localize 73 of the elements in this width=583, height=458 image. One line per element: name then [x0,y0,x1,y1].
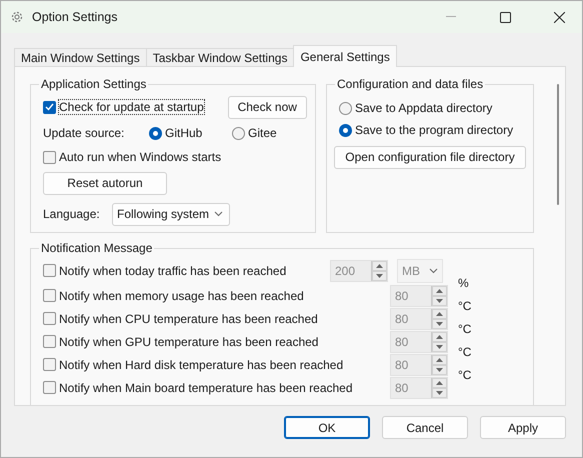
checkbox[interactable] [43,150,56,164]
down-triangle-icon [436,390,443,394]
radio-button[interactable] [339,102,352,114]
down-triangle-icon [436,298,443,302]
spin-down-button[interactable] [432,342,447,352]
spin-up-button[interactable] [432,354,447,364]
tab[interactable]: Main Window Settings [14,48,147,67]
group-title: Application Settings [40,77,148,91]
group-title: Configuration and data files [336,77,484,91]
checkbox[interactable] [43,264,56,277]
checkbox[interactable] [43,100,56,114]
reset-autorun-button[interactable]: Reset autorun [43,172,167,194]
unit-label: °C [458,299,472,313]
checkbox-label: Notify when Hard disk temperature has been reached [59,358,344,372]
radio-button[interactable] [149,126,162,140]
unit-label: °C [458,345,472,359]
radio-label: Gitee [248,126,277,140]
up-triangle-icon [436,312,443,316]
checkbox[interactable] [43,312,56,325]
radio-label: GitHub [165,126,202,140]
checkbox[interactable] [43,358,56,371]
open-directory-button[interactable]: Open configuration file directory [334,146,526,168]
dialog-button[interactable]: Cancel [382,416,468,439]
radio-button[interactable] [339,124,352,136]
checkbox-label: Notify when GPU temperature has been reached [59,334,318,348]
check-now-button[interactable]: Check now [228,96,307,118]
checkbox-label: Auto run when Windows starts [59,150,222,164]
gear-icon [10,10,24,24]
checkbox[interactable] [43,289,56,302]
down-triangle-icon [376,274,383,278]
down-triangle-icon [436,368,443,372]
checkbox-label: Notify when Main board temperature has been reached [59,380,353,394]
spin-down-button[interactable] [432,388,447,398]
checkbox[interactable] [43,381,56,394]
spin-up-button[interactable] [432,378,447,388]
spin-down-button[interactable] [432,364,447,374]
chevron-down-icon [214,211,223,217]
spin-up-button[interactable] [432,286,447,296]
tab[interactable]: Taskbar Window Settings [146,48,294,67]
checkbox-label: Notify when memory usage has been reached [59,288,304,302]
tab[interactable]: General Settings [293,45,397,67]
spin-down-button[interactable] [432,318,447,328]
down-triangle-icon [436,322,443,326]
spin-down-button[interactable] [372,270,387,280]
down-triangle-icon [436,344,443,348]
checkbox-label: Notify when today traffic has been reached [59,264,286,278]
spin-up-button[interactable] [432,332,447,342]
spin-down-button[interactable] [432,296,447,306]
unit-label: % [458,276,469,290]
scrollbar-thumb[interactable] [557,84,559,205]
checkbox-label: Check for update at startup [59,100,204,114]
dialog-button[interactable]: OK [284,416,370,439]
field-label: Language: [43,207,101,221]
radio-label: Save to Appdata directory [355,101,492,115]
window-title: Option Settings [32,10,118,24]
up-triangle-icon [436,334,443,338]
up-triangle-icon [436,380,443,384]
checkbox-label: Notify when CPU temperature has been reached [59,312,318,326]
radio-label: Save to the program directory [355,123,514,137]
checkbox[interactable] [43,335,56,348]
dialog-button[interactable]: Apply [480,416,566,439]
unit-label: °C [458,368,472,382]
spin-up-button[interactable] [372,260,387,270]
up-triangle-icon [376,264,383,268]
chevron-down-icon [429,268,438,274]
radio-button[interactable] [232,126,245,140]
up-triangle-icon [436,358,443,362]
up-triangle-icon [436,288,443,292]
spin-up-button[interactable] [432,308,447,318]
field-label: Update source: [43,126,126,140]
language-dropdown[interactable]: Following system [112,202,230,226]
group-title: Notification Message [40,241,154,255]
unit-label: °C [458,322,472,336]
